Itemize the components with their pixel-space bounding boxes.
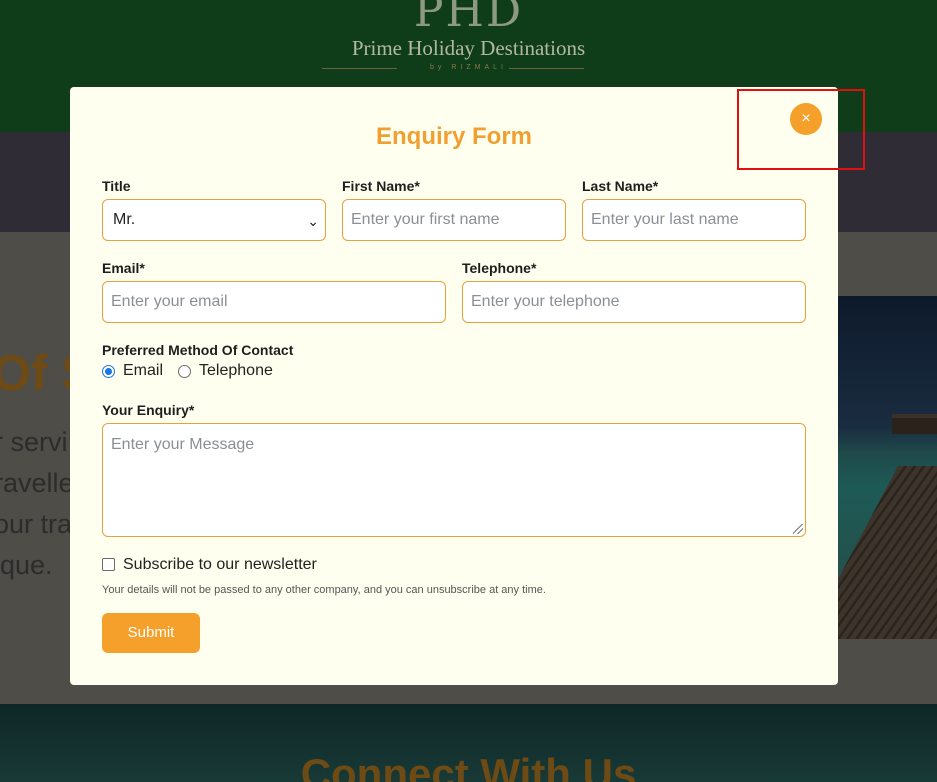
title-select[interactable]: Mr. ⌄ [102,199,326,241]
email-label: Email* [102,260,145,276]
radio-email-label[interactable]: Email [123,362,163,380]
last-name-input[interactable] [582,199,806,241]
highlight-box [737,89,865,170]
telephone-input[interactable] [462,281,806,323]
title-select-value: Mr. [113,211,136,228]
email-input[interactable] [102,281,446,323]
newsletter-checkbox[interactable] [102,558,115,571]
logo-subtitle: by RIZMALI [430,64,507,71]
logo-name: Prime Holiday Destinations [351,36,586,60]
first-name-label: First Name* [342,178,420,194]
contact-method-group: Email Telephone [102,361,288,381]
newsletter-label[interactable]: Subscribe to our newsletter [123,556,317,574]
connect-title: Connect With Us [300,750,637,782]
enquiry-modal: Enquiry Form × Title Mr. ⌄ First Name* L… [70,87,838,685]
radio-email[interactable] [102,364,115,378]
first-name-input[interactable] [342,199,566,241]
resort-pier [837,466,937,639]
privacy-disclaimer: Your details will not be passed to any o… [102,584,546,596]
title-label: Title [102,178,131,194]
logo-mark: PHD [413,0,524,37]
radio-telephone-label[interactable]: Telephone [199,362,273,380]
logo-rule-right [509,68,584,69]
submit-button[interactable]: Submit [102,613,200,653]
chevron-down-icon: ⌄ [307,213,319,229]
resort-photo [837,296,937,639]
contact-method-label: Preferred Method Of Contact [102,342,294,358]
radio-telephone[interactable] [178,364,192,378]
modal-title: Enquiry Form [375,123,532,150]
enquiry-textarea[interactable] [102,423,806,537]
resize-grip-icon[interactable] [793,524,803,534]
last-name-label: Last Name* [582,178,659,194]
telephone-label: Telephone* [462,260,537,276]
enquiry-label: Your Enquiry* [102,402,195,418]
resort-hut [892,414,937,434]
